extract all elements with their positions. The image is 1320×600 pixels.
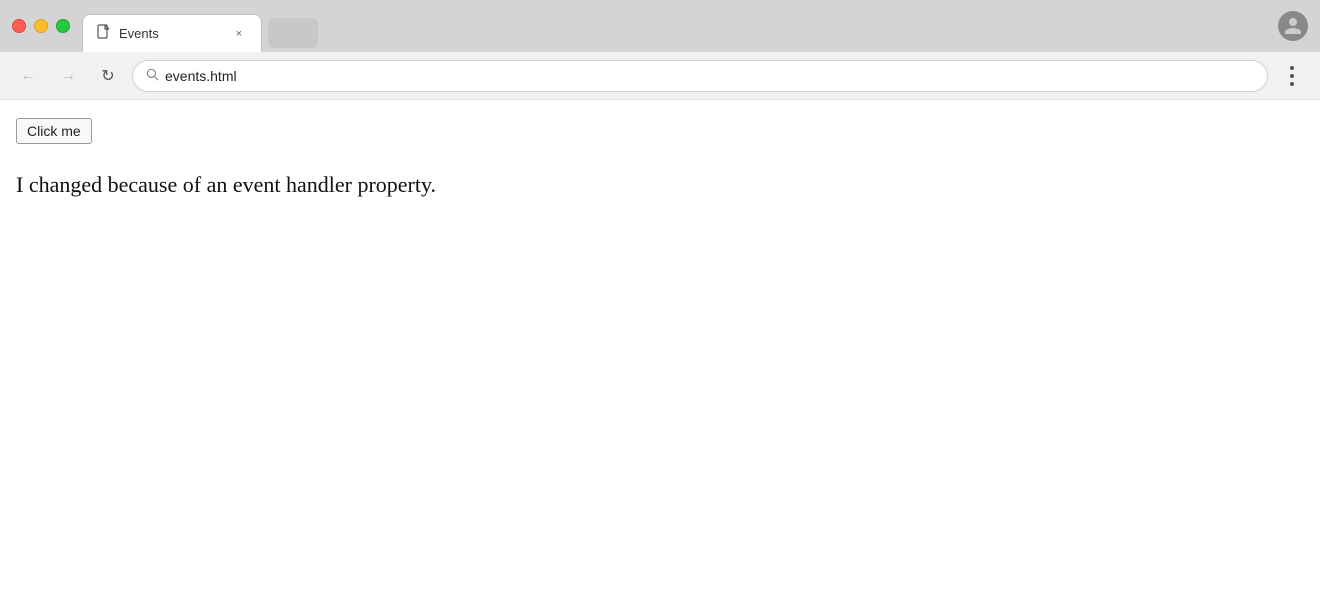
page-content: Click me I changed because of an event h… [0,100,1320,600]
menu-dot-2 [1290,74,1294,78]
tabs-area: Events × [82,0,1278,52]
menu-dot-1 [1290,66,1294,70]
tab-title: Events [119,26,223,41]
address-bar[interactable]: events.html [132,60,1268,92]
page-body-text: I changed because of an event handler pr… [16,172,1304,198]
reload-icon: ↻ [101,66,114,86]
tab-close-button[interactable]: × [231,26,247,42]
click-me-button[interactable]: Click me [16,118,92,144]
menu-dot-3 [1290,82,1294,86]
minimize-window-button[interactable] [34,19,48,33]
forward-icon: → [60,67,76,85]
search-icon [145,67,159,84]
back-icon: ← [20,67,36,85]
reload-button[interactable]: ↻ [92,60,124,92]
nav-bar: ← → ↻ events.html [0,52,1320,100]
browser-menu-button[interactable] [1276,60,1308,92]
title-bar: Events × [0,0,1320,52]
new-tab-placeholder [268,18,318,48]
maximize-window-button[interactable] [56,19,70,33]
tab-page-icon [97,24,111,43]
back-button[interactable]: ← [12,60,44,92]
close-window-button[interactable] [12,19,26,33]
profile-icon[interactable] [1278,11,1308,41]
forward-button[interactable]: → [52,60,84,92]
active-tab[interactable]: Events × [82,14,262,52]
address-text: events.html [165,68,1255,84]
traffic-lights [12,19,70,33]
